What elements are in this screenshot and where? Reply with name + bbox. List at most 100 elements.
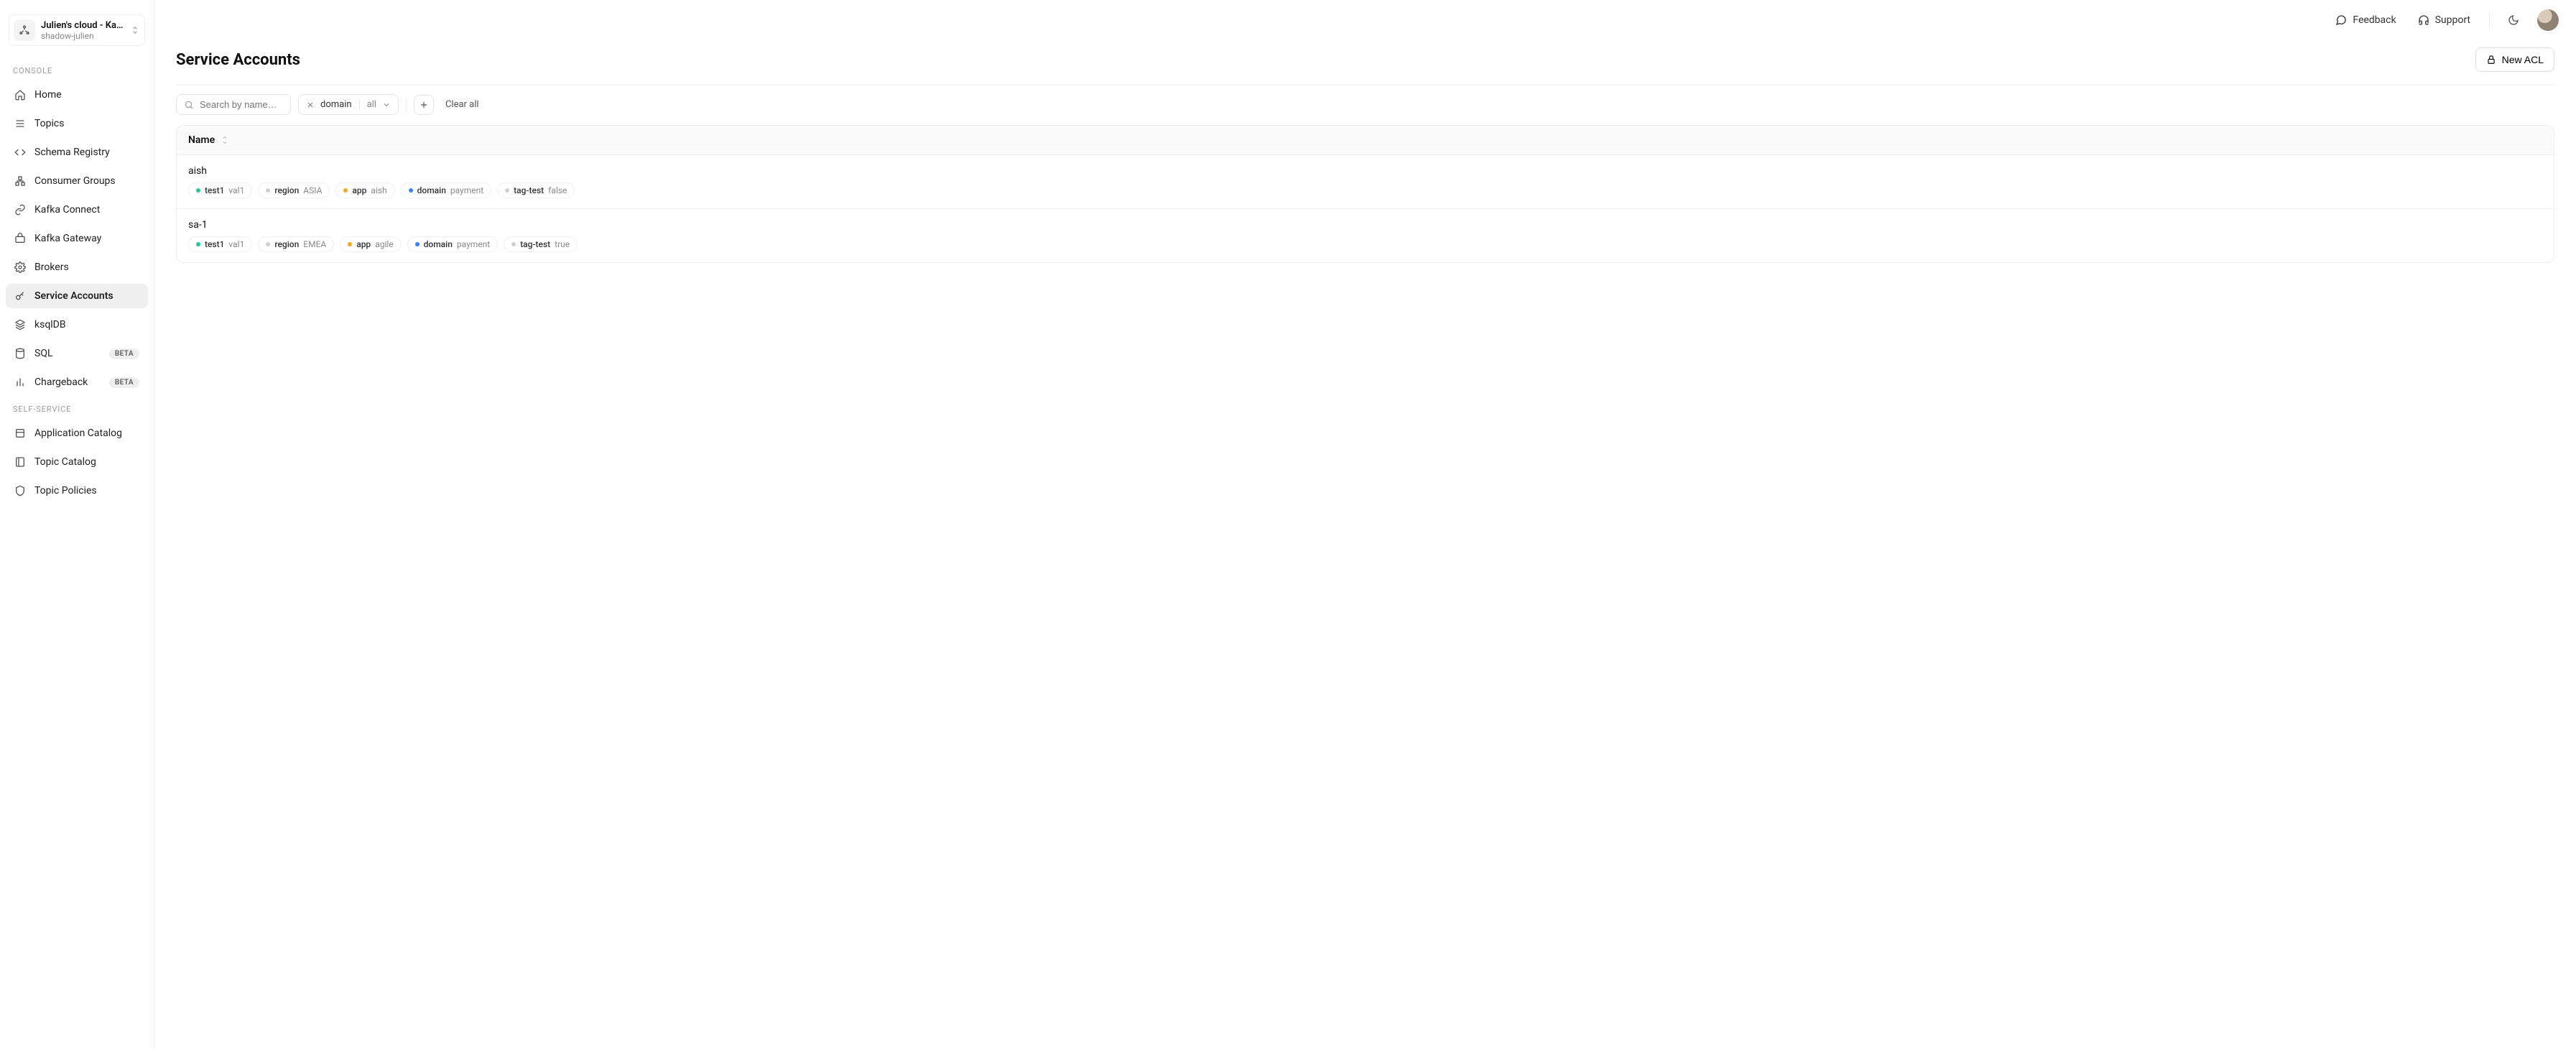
search-icon xyxy=(184,100,194,110)
tag-pill[interactable]: test1 val1 xyxy=(188,182,252,198)
tag-key: app xyxy=(356,239,371,249)
list-header[interactable]: Name xyxy=(177,126,2554,155)
search-wrap[interactable] xyxy=(176,94,291,115)
sidebar-item-service-accounts[interactable]: Service Accounts xyxy=(6,284,148,308)
table-row[interactable]: aishtest1val1regionASIAappaishdomainpaym… xyxy=(177,155,2554,209)
tag-value: payment xyxy=(450,185,483,195)
tag-key: domain xyxy=(417,185,446,195)
page-title: Service Accounts xyxy=(176,51,300,69)
sidebar-item-label: ksqlDB xyxy=(34,319,139,331)
divider xyxy=(406,97,407,113)
page-header: Service Accounts New ACL xyxy=(176,47,2554,86)
tag-dot-icon xyxy=(266,188,270,193)
sidebar-item-label: Topic Policies xyxy=(34,485,139,496)
cluster-title: Julien's cloud - Kafka xyxy=(41,20,124,31)
divider xyxy=(359,100,360,110)
sidebar-item-home[interactable]: Home xyxy=(6,83,148,107)
sidebar-item-application-catalog[interactable]: Application Catalog xyxy=(6,421,148,445)
sidebar: Julien's cloud - Kafka shadow-julien CON… xyxy=(0,0,154,1049)
plus-icon xyxy=(419,100,429,110)
filter-chips: domainall xyxy=(298,94,399,115)
sidebar-item-label: Topics xyxy=(34,118,139,129)
tag-pill[interactable]: test1val1 xyxy=(188,236,252,252)
topbar: Feedback Support xyxy=(154,0,2576,40)
tag-dot-icon xyxy=(196,242,200,246)
home-icon xyxy=(14,89,26,101)
tag-dot-icon xyxy=(505,188,509,193)
gateway-icon xyxy=(14,233,26,244)
search-input[interactable] xyxy=(200,99,283,110)
user-avatar[interactable] xyxy=(2537,9,2559,31)
sidebar-item-kafka-connect[interactable]: Kafka Connect xyxy=(6,198,148,222)
hierarchy-icon xyxy=(14,175,26,187)
tag-key: tag-test xyxy=(520,239,550,249)
sidebar-item-schema-registry[interactable]: Schema Registry xyxy=(6,140,148,165)
support-link[interactable]: Support xyxy=(2411,10,2478,30)
sidebar-item-label: Service Accounts xyxy=(34,290,139,302)
lock-icon xyxy=(2486,55,2496,65)
sidebar-item-consumer-groups[interactable]: Consumer Groups xyxy=(6,169,148,193)
sidebar-item-label: Kafka Gateway xyxy=(34,233,139,244)
sidebar-item-chargeback[interactable]: Chargeback BETA xyxy=(6,370,148,394)
tag-pill[interactable]: appaish xyxy=(335,182,394,198)
col-name-label: Name xyxy=(188,134,215,146)
shield-icon xyxy=(14,485,26,496)
book-icon xyxy=(14,456,26,468)
sidebar-item-label: Chargeback xyxy=(34,376,101,388)
sidebar-item-ksqldb[interactable]: ksqlDB xyxy=(6,313,148,337)
filter-row: domainall Clear all xyxy=(176,94,2554,115)
sort-icon xyxy=(221,136,229,144)
theme-toggle[interactable] xyxy=(2501,8,2526,32)
tag-dot-icon xyxy=(511,242,516,246)
tag-pill[interactable]: domainpayment xyxy=(407,236,499,252)
cluster-picker[interactable]: Julien's cloud - Kafka shadow-julien xyxy=(9,14,145,46)
row-tags: test1 val1 regionASIA appaish domain payment t… xyxy=(188,182,2542,198)
support-label: Support xyxy=(2435,14,2470,26)
filter-chip-domain[interactable]: domainall xyxy=(298,94,399,115)
add-filter-button[interactable] xyxy=(414,95,434,115)
tag-pill[interactable]: regionEMEA xyxy=(258,236,334,252)
sidebar-item-topic-policies[interactable]: Topic Policies xyxy=(6,479,148,503)
sidebar-item-topics[interactable]: Topics xyxy=(6,111,148,136)
table-row[interactable]: sa-1 test1val1 regionEMEA appagile domainpay… xyxy=(177,209,2554,262)
tag-dot-icon xyxy=(348,242,352,246)
tag-key: domain xyxy=(424,239,453,249)
tag-value: false xyxy=(548,185,567,195)
tag-key: test1 xyxy=(205,185,224,195)
tag-dot-icon xyxy=(409,188,413,193)
tag-value: ASIA xyxy=(303,185,322,195)
divider xyxy=(2489,11,2490,29)
chat-icon xyxy=(2335,14,2347,26)
feedback-link[interactable]: Feedback xyxy=(2328,10,2403,30)
section-console-label: CONSOLE xyxy=(6,60,148,78)
list-icon xyxy=(14,118,26,129)
tag-value: val1 xyxy=(228,185,244,195)
tag-pill[interactable]: tag-test true xyxy=(504,236,578,252)
sidebar-item-kafka-gateway[interactable]: Kafka Gateway xyxy=(6,226,148,251)
row-name: sa-1 xyxy=(188,219,2542,231)
code-icon xyxy=(14,147,26,158)
link-icon xyxy=(14,204,26,216)
headphones-icon xyxy=(2418,14,2429,26)
beta-badge: BETA xyxy=(109,377,139,388)
tag-value: val1 xyxy=(228,239,244,249)
tag-value: EMEA xyxy=(303,239,326,249)
sidebar-item-label: SQL xyxy=(34,348,101,359)
sidebar-item-label: Home xyxy=(34,89,139,101)
tag-pill[interactable]: domain payment xyxy=(401,182,492,198)
clear-all-filters[interactable]: Clear all xyxy=(441,96,483,113)
tag-pill[interactable]: tag-testfalse xyxy=(497,182,575,198)
new-acl-button[interactable]: New ACL xyxy=(2475,47,2554,72)
sidebar-item-topic-catalog[interactable]: Topic Catalog xyxy=(6,450,148,474)
sidebar-item-brokers[interactable]: Brokers xyxy=(6,255,148,279)
close-icon[interactable] xyxy=(306,101,315,109)
cluster-subtitle: shadow-julien xyxy=(41,31,124,41)
bar-chart-icon xyxy=(14,376,26,388)
tag-pill[interactable]: appagile xyxy=(340,236,401,252)
tag-dot-icon xyxy=(343,188,348,193)
package-icon xyxy=(14,428,26,439)
database-icon xyxy=(14,348,26,359)
sidebar-item-sql[interactable]: SQL BETA xyxy=(6,341,148,366)
tag-value: true xyxy=(555,239,570,249)
tag-pill[interactable]: regionASIA xyxy=(258,182,330,198)
